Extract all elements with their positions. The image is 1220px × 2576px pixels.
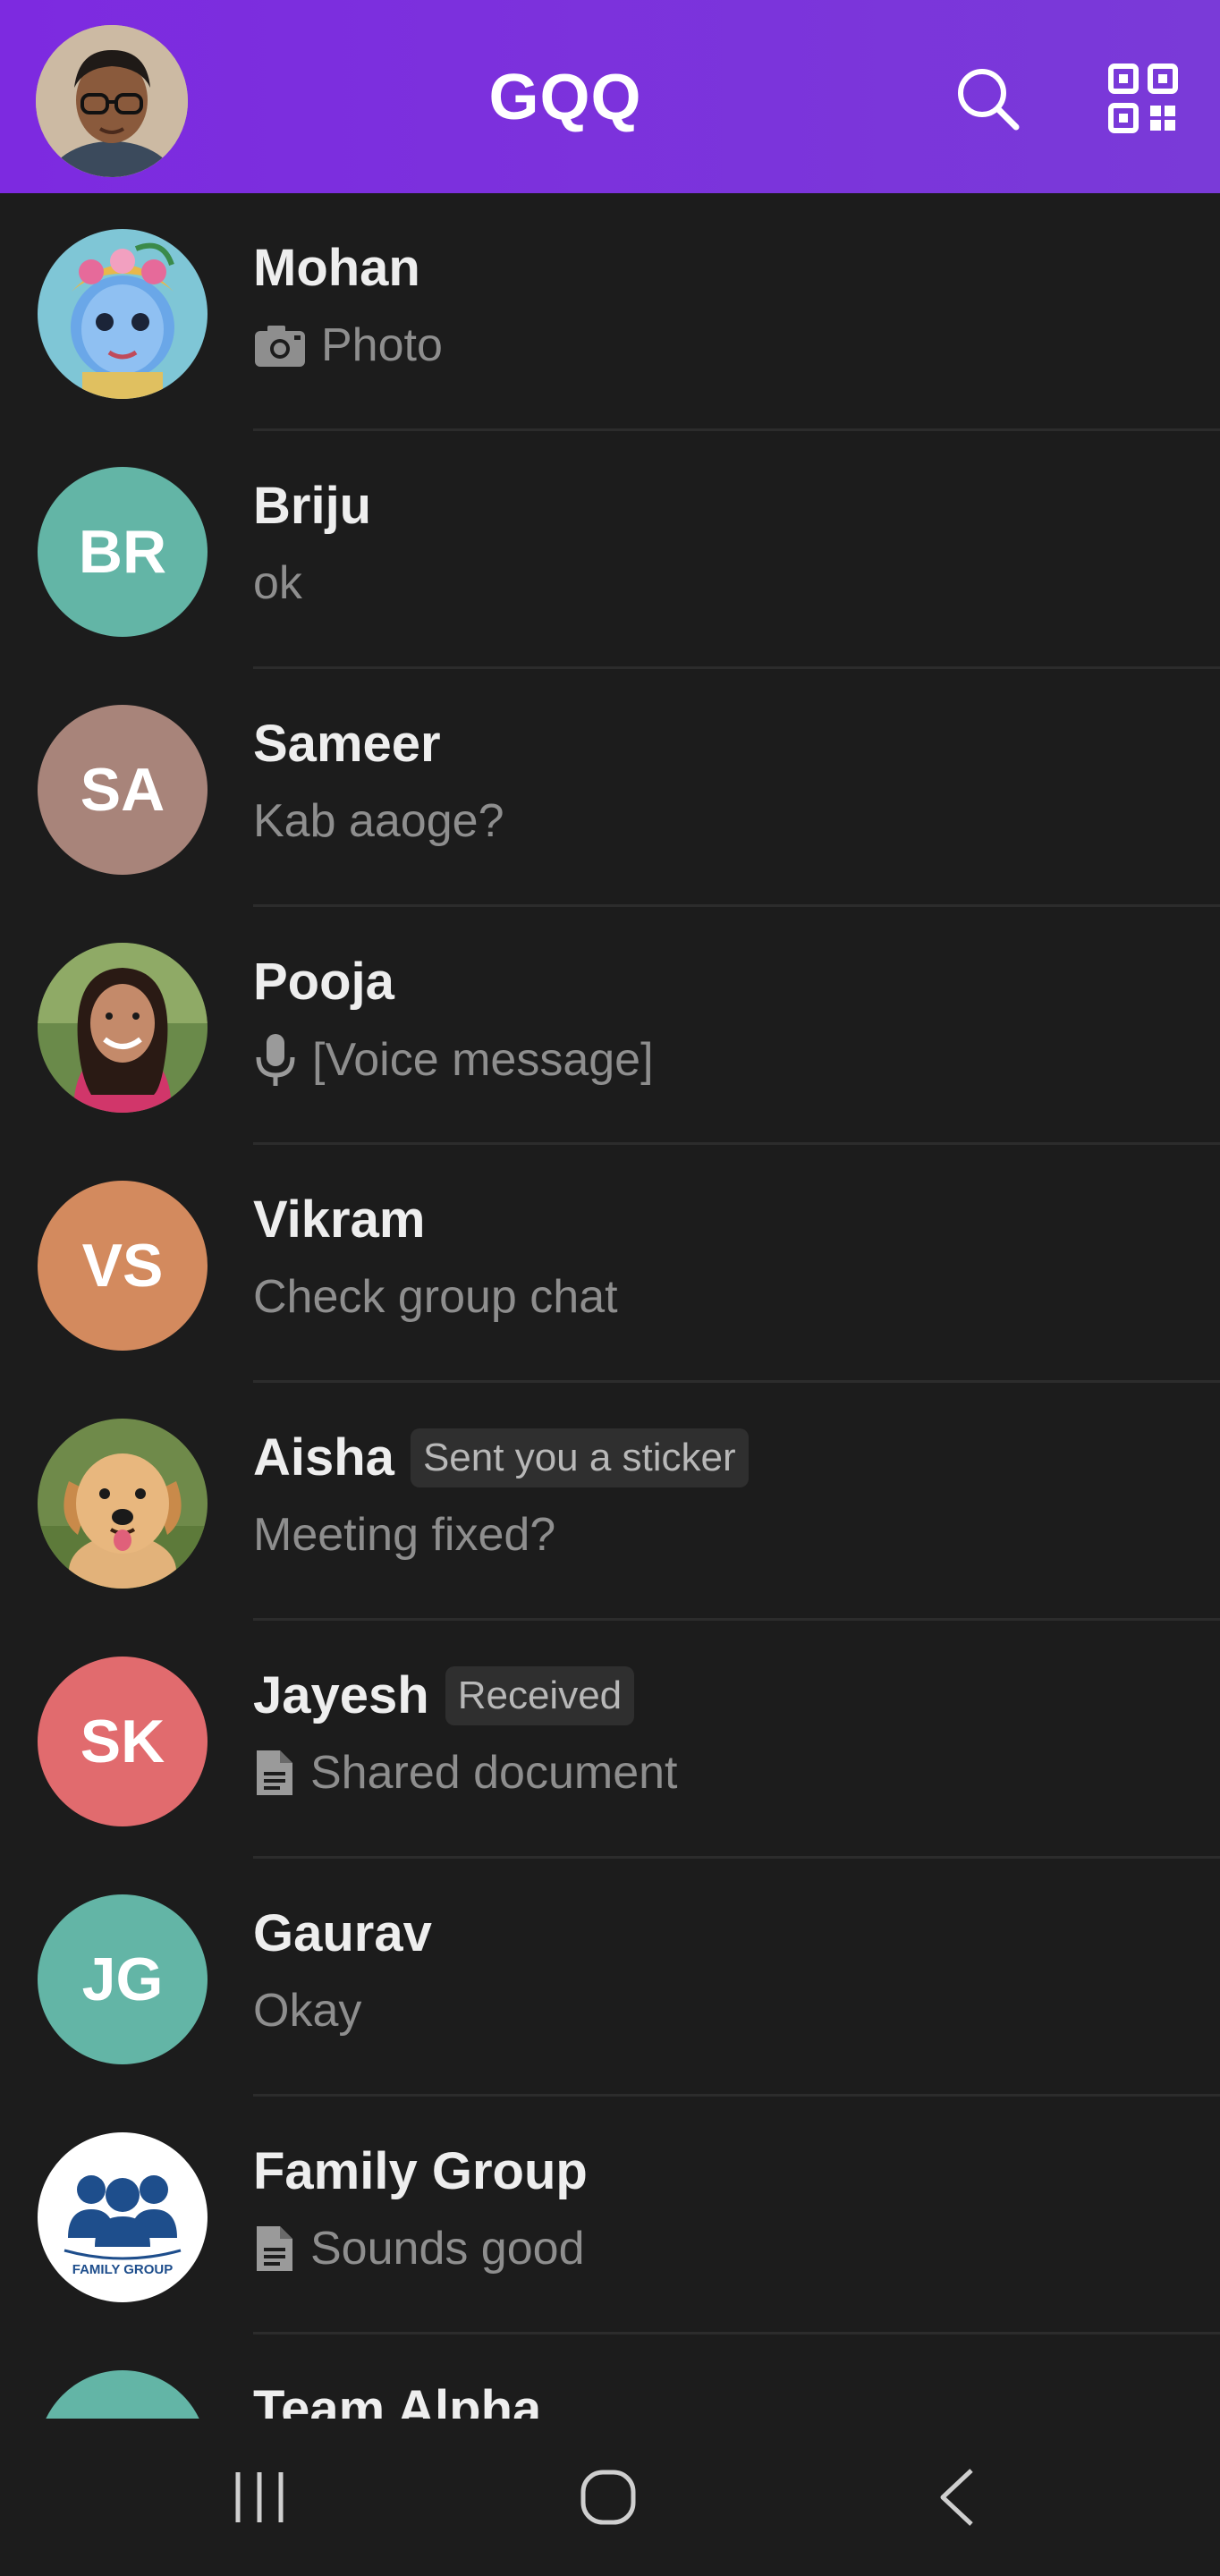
chat-avatar-dog-photo[interactable] (38, 1419, 208, 1589)
chat-preview-text: Meeting fixed? (253, 1509, 556, 1561)
status-badge: Received (445, 1665, 635, 1725)
chat-preview: [Voice message] (253, 1032, 654, 1088)
chat-name: Mohan (253, 238, 420, 298)
chat-preview: Okay (253, 1984, 361, 2038)
document-icon (253, 1747, 296, 1799)
chat-name-text: Mohan (253, 239, 420, 297)
chat-avatar-krishna-illustration[interactable] (38, 229, 208, 399)
chat-name-text: Jayesh (253, 1666, 429, 1724)
chat-preview-text: Shared document (310, 1747, 678, 1799)
chat-name: Briju (253, 476, 371, 536)
chat-name-text: Family Group (253, 2142, 588, 2200)
avatar-initials: BR (78, 518, 167, 586)
recents-icon[interactable] (224, 2462, 295, 2533)
chat-list: Mohan Photo BR Briju ok SA Sameer Kab aaoge? Poo… (0, 193, 1220, 2419)
chat-name-text: Gaurav (253, 1904, 432, 1962)
chat-row-gaurav[interactable]: JG Gaurav Okay (0, 1859, 1220, 2097)
chat-avatar[interactable]: VS (38, 1181, 208, 1351)
document-icon (253, 2223, 296, 2275)
chat-preview: Photo (253, 318, 443, 372)
chat-preview-text: Check group chat (253, 1271, 618, 1323)
status-badge: Sent you a sticker (410, 1428, 749, 1487)
avatar-initials: JG (81, 1945, 164, 2013)
chat-name: Team Alpha (253, 2379, 541, 2419)
chat-preview: Shared document (253, 1746, 678, 1800)
chat-name: Gaurav (253, 1903, 432, 1963)
chat-row-pooja[interactable]: Pooja [Voice message] (0, 907, 1220, 1145)
system-nav-bar (0, 2419, 1220, 2576)
chat-row-jayesh[interactable]: SK Jayesh Received Shared document (0, 1621, 1220, 1859)
chat-preview-text: Photo (321, 319, 443, 371)
top-app-bar: GQQ (0, 0, 1220, 193)
chat-avatar-woman-photo[interactable] (38, 943, 208, 1113)
chat-preview: Kab aaoge? (253, 794, 504, 848)
chat-row-mohan[interactable]: Mohan Photo (0, 193, 1220, 431)
qr-code-icon[interactable] (1107, 63, 1179, 134)
back-icon[interactable] (923, 2462, 995, 2533)
home-icon[interactable] (572, 2462, 644, 2533)
chat-name-text: Vikram (253, 1191, 426, 1249)
chat-name-text: Team Alpha (253, 2380, 542, 2419)
avatar-initials: SK (80, 1707, 165, 1775)
chat-name: Sameer (253, 714, 441, 774)
chat-row-family-group[interactable]: FAMILY GROUP Family Group Sounds good (0, 2097, 1220, 2334)
avatar-initials: SA (80, 756, 165, 824)
chat-name: Pooja (253, 952, 394, 1012)
chat-row-vikram[interactable]: VS Vikram Check group chat (0, 1145, 1220, 1383)
chat-preview: Check group chat (253, 1270, 618, 1324)
mic-icon (253, 1032, 298, 1088)
chat-row-team-alpha[interactable]: LRTeam AlphaSend details (0, 2334, 1220, 2419)
chat-name-text: Aisha (253, 1428, 394, 1487)
chat-preview: Meeting fixed? (253, 1508, 555, 1562)
chat-row-briju[interactable]: BR Briju ok (0, 431, 1220, 669)
chat-avatar[interactable]: LR (38, 2370, 208, 2419)
chat-avatar[interactable]: SK (38, 1657, 208, 1826)
chat-avatar[interactable]: BR (38, 467, 208, 637)
chat-preview-text: [Voice message] (312, 1034, 654, 1086)
search-icon[interactable] (952, 63, 1023, 134)
chat-name-text: Sameer (253, 715, 441, 773)
chat-preview: Sounds good (253, 2222, 585, 2275)
chat-name: Jayesh Received (253, 1665, 635, 1729)
chat-preview-text: ok (253, 557, 302, 609)
chat-preview-text: Sounds good (310, 2223, 585, 2275)
chat-name: Family Group (253, 2141, 588, 2201)
chat-preview: ok (253, 556, 302, 610)
camera-icon (253, 322, 307, 369)
family-group-logo-text: FAMILY GROUP (72, 2262, 174, 2277)
chat-row-sameer[interactable]: SA Sameer Kab aaoge? (0, 669, 1220, 907)
chat-avatar[interactable]: SA (38, 705, 208, 875)
chat-avatar-family-group-logo[interactable]: FAMILY GROUP (38, 2132, 208, 2302)
avatar-initials: VS (81, 1232, 164, 1300)
chat-name-text: Pooja (253, 953, 394, 1011)
chat-name: Vikram (253, 1190, 425, 1250)
chat-avatar[interactable]: JG (38, 1894, 208, 2064)
chat-preview-text: Kab aaoge? (253, 795, 504, 847)
chat-name: Aisha Sent you a sticker (253, 1428, 749, 1491)
chat-name-text: Briju (253, 477, 372, 535)
chat-row-aisha[interactable]: Aisha Sent you a sticker Meeting fixed? (0, 1383, 1220, 1621)
chat-preview-text: Okay (253, 1985, 362, 2037)
